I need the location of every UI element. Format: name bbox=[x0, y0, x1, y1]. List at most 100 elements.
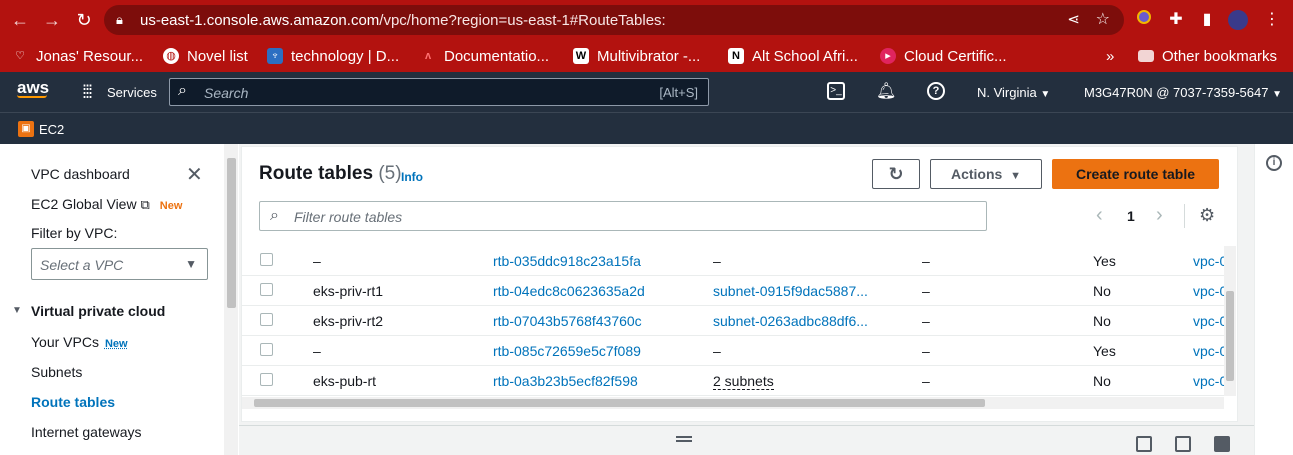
reload-icon[interactable]: ↻ bbox=[72, 8, 96, 32]
bookmark-item[interactable]: ♆ technology | D... bbox=[267, 46, 399, 66]
cell-route-table-id[interactable]: rtb-07043b5768f43760c bbox=[493, 313, 642, 329]
globe-icon: ◍ bbox=[163, 48, 179, 64]
service-shortcut-ec2[interactable]: EC2 bbox=[39, 122, 64, 137]
actions-button[interactable]: Actions ▼ bbox=[930, 159, 1042, 189]
drag-handle-icon[interactable] bbox=[676, 436, 692, 442]
row-checkbox[interactable] bbox=[260, 373, 273, 386]
info-icon[interactable]: i bbox=[1266, 155, 1282, 171]
star-icon[interactable]: ☆ bbox=[1096, 9, 1110, 29]
puzzle-icon[interactable]: ✚ bbox=[1166, 10, 1186, 30]
create-route-table-button[interactable]: Create route table bbox=[1052, 159, 1219, 189]
table-vertical-scrollbar[interactable] bbox=[1224, 246, 1236, 396]
refresh-button[interactable]: ↻ bbox=[872, 159, 920, 189]
bookmark-item[interactable]: W Multivibrator -... bbox=[573, 46, 700, 66]
cell-subnet-associations[interactable]: 2 subnets bbox=[713, 373, 774, 390]
bookmark-item[interactable]: N Alt School Afri... bbox=[728, 46, 858, 66]
bookmark-label: Documentatio... bbox=[444, 47, 550, 65]
help-icon[interactable]: ? bbox=[927, 82, 945, 100]
panel-hide-icon[interactable] bbox=[1214, 436, 1230, 452]
section-virtual-private-cloud[interactable]: Virtual private cloud bbox=[31, 303, 165, 319]
cell-vpc[interactable]: vpc-0 bbox=[1193, 283, 1227, 299]
other-bookmarks[interactable]: Other bookmarks bbox=[1138, 46, 1277, 66]
new-badge: New bbox=[159, 200, 183, 212]
vpc-select[interactable]: Select a VPC ▼ bbox=[31, 248, 208, 280]
back-arrow-icon[interactable]: ← bbox=[8, 8, 32, 32]
sidebar: VPC dashboard ✕ EC2 Global View ⧉ New Fil… bbox=[0, 144, 238, 455]
bookmark-item[interactable]: ♡ Jonas' Resour... bbox=[12, 46, 143, 66]
services-grid-icon[interactable]: ⁞⁞⁞ bbox=[82, 82, 93, 103]
row-checkbox[interactable] bbox=[260, 283, 273, 296]
bookmark-item[interactable]: ◍ Novel list bbox=[163, 46, 248, 66]
cell-route-table-id[interactable]: rtb-035ddc918c23a15fa bbox=[493, 253, 641, 269]
table-row[interactable]: eks-priv-rt1 rtb-04edc8c0623635a2d subne… bbox=[242, 276, 1236, 306]
filter-vpc-label: Filter by VPC: bbox=[31, 225, 118, 241]
table-row[interactable]: – rtb-035ddc918c23a15fa – – Yes vpc-0 bbox=[242, 246, 1236, 276]
cell-route-table-id[interactable]: rtb-085c72659e5c7f089 bbox=[493, 343, 641, 359]
profile-avatar[interactable] bbox=[1228, 10, 1248, 30]
info-link[interactable]: Info bbox=[401, 170, 423, 184]
sidebar-item-route-tables[interactable]: Route tables bbox=[31, 394, 115, 410]
cell-vpc[interactable]: vpc-0 bbox=[1193, 253, 1227, 269]
vertical-scroll-thumb[interactable] bbox=[1226, 291, 1234, 381]
bookmark-item[interactable]: ᴧ Documentatio... bbox=[420, 46, 549, 66]
bookmark-item[interactable]: ▸ Cloud Certific... bbox=[880, 46, 1007, 66]
cell-vpc[interactable]: vpc-0 bbox=[1193, 343, 1227, 359]
panel-bottom-icon[interactable] bbox=[1136, 436, 1152, 452]
services-menu[interactable]: Services bbox=[107, 85, 157, 100]
sidepanel-icon[interactable]: ▮ bbox=[1197, 10, 1217, 30]
aws-logo[interactable]: aws bbox=[17, 78, 49, 98]
horizontal-scroll-thumb[interactable] bbox=[254, 399, 985, 407]
cell-name: eks-pub-rt bbox=[313, 373, 377, 389]
panel-side-icon[interactable] bbox=[1175, 436, 1191, 452]
account-menu[interactable]: M3G47R0N @ 7037-7359-5647 ▼ bbox=[1084, 85, 1282, 100]
sidebar-item-internet-gateways[interactable]: Internet gateways bbox=[31, 424, 142, 440]
cell-subnet-associations[interactable]: subnet-0915f9dac5887... bbox=[713, 283, 868, 299]
search-input[interactable]: ⌕ Search [Alt+S] bbox=[169, 78, 709, 106]
table-row[interactable]: eks-priv-rt2 rtb-07043b5768f43760c subne… bbox=[242, 306, 1236, 336]
close-icon[interactable]: ✕ bbox=[186, 162, 203, 187]
aws-logo-text: aws bbox=[17, 78, 50, 97]
cloudshell-icon[interactable]: >_ bbox=[827, 82, 845, 100]
extension-icon[interactable] bbox=[1134, 10, 1154, 30]
sidebar-scroll-thumb[interactable] bbox=[227, 158, 236, 308]
caret-down-icon: ▼ bbox=[1040, 89, 1051, 100]
next-page-icon[interactable]: › bbox=[1156, 204, 1163, 227]
bookmark-label: Alt School Afri... bbox=[752, 47, 858, 65]
sidebar-item-ec2-global-view[interactable]: EC2 Global View ⧉ New bbox=[31, 196, 182, 213]
table-horizontal-scrollbar[interactable] bbox=[242, 397, 1224, 409]
gear-icon[interactable]: ⚙ bbox=[1199, 205, 1215, 226]
region-selector[interactable]: N. Virginia ▼ bbox=[977, 85, 1050, 100]
cell-main: Yes bbox=[1093, 253, 1116, 269]
share-icon[interactable]: ⋖ bbox=[1067, 10, 1080, 28]
row-checkbox[interactable] bbox=[260, 313, 273, 326]
sidebar-item-your-vpcs[interactable]: Your VPCs New bbox=[31, 334, 128, 350]
more-bookmarks-button[interactable]: » bbox=[1106, 46, 1114, 66]
bookmark-label: Novel list bbox=[187, 47, 248, 65]
caret-down-icon: ▼ bbox=[185, 257, 197, 271]
cell-route-table-id[interactable]: rtb-0a3b23b5ecf82f598 bbox=[493, 373, 638, 389]
caret-down-icon: ▼ bbox=[1010, 170, 1021, 182]
caret-down-icon[interactable]: ▼ bbox=[12, 305, 22, 316]
caret-down-icon: ▼ bbox=[1272, 89, 1283, 100]
split-panel-bar bbox=[239, 425, 1254, 455]
menu-kebab-icon[interactable]: ⋮ bbox=[1262, 10, 1282, 30]
cell-route-table-id[interactable]: rtb-04edc8c0623635a2d bbox=[493, 283, 645, 299]
table-row[interactable]: – rtb-085c72659e5c7f089 – – Yes vpc-0 bbox=[242, 336, 1236, 366]
row-checkbox[interactable] bbox=[260, 343, 273, 356]
filter-input[interactable]: ⌕ Filter route tables bbox=[259, 201, 987, 231]
row-checkbox[interactable] bbox=[260, 253, 273, 266]
sidebar-item-vpc-dashboard[interactable]: VPC dashboard bbox=[31, 166, 130, 182]
prev-page-icon[interactable]: ‹ bbox=[1096, 204, 1103, 227]
bell-icon[interactable]: 🔔︎ bbox=[876, 81, 896, 101]
address-bar[interactable]: 🔒︎ us-east-1.console.aws.amazon.com/vpc/… bbox=[104, 5, 1124, 35]
forward-arrow-icon[interactable]: → bbox=[40, 8, 64, 32]
table-row[interactable]: eks-pub-rt rtb-0a3b23b5ecf82f598 2 subne… bbox=[242, 366, 1236, 396]
new-badge: New bbox=[104, 338, 128, 350]
cell-vpc[interactable]: vpc-0 bbox=[1193, 313, 1227, 329]
bookmarks-bar: ♡ Jonas' Resour... ◍ Novel list ♆ technolog… bbox=[0, 40, 1293, 72]
cell-subnet-associations[interactable]: subnet-0263adbc88df6... bbox=[713, 313, 868, 329]
sidebar-item-subnets[interactable]: Subnets bbox=[31, 364, 82, 380]
cell-main: No bbox=[1093, 313, 1111, 329]
cell-vpc[interactable]: vpc-0 bbox=[1193, 373, 1227, 389]
page-number[interactable]: 1 bbox=[1127, 208, 1135, 224]
